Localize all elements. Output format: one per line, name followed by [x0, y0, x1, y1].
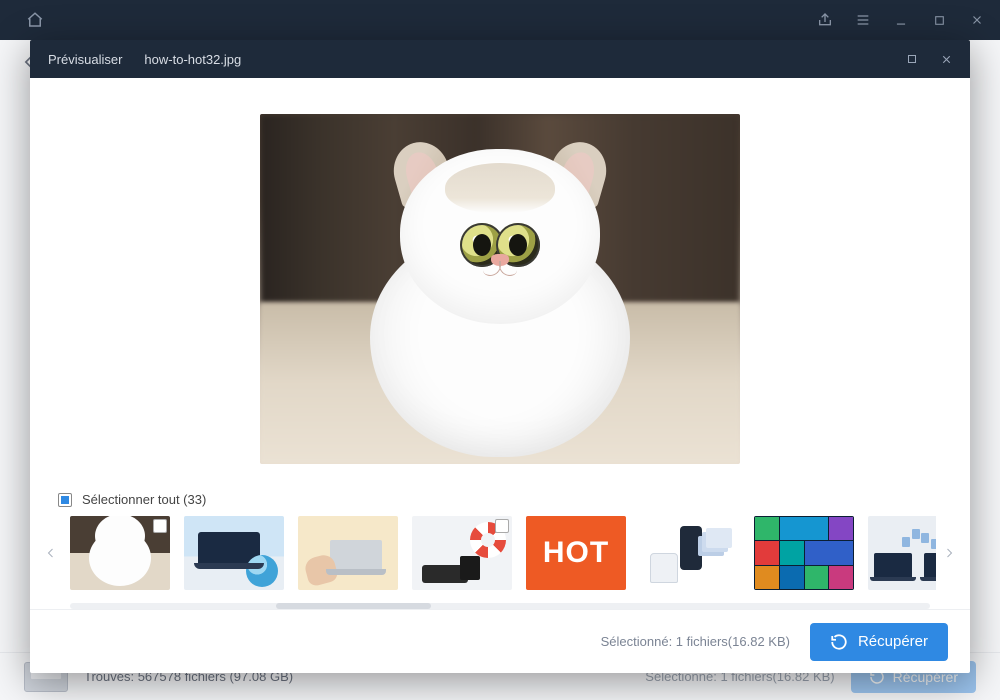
- thumbnails: HOT: [64, 516, 936, 590]
- preview-area: [30, 78, 970, 486]
- thumbnail-item[interactable]: [184, 516, 284, 590]
- thumbnail-strip: HOT: [30, 513, 970, 601]
- modal-close-icon[interactable]: [932, 45, 960, 73]
- thumbnail-item[interactable]: [868, 516, 936, 590]
- thumbnail-item[interactable]: [640, 516, 740, 590]
- thumbnail-item[interactable]: [754, 516, 854, 590]
- thumbnail-item[interactable]: HOT: [526, 516, 626, 590]
- maximize-icon[interactable]: [924, 5, 954, 35]
- thumb-prev-button[interactable]: [40, 513, 62, 593]
- modal-filename: how-to-hot32.jpg: [144, 52, 241, 67]
- select-all-checkbox[interactable]: [58, 493, 72, 507]
- recover-button[interactable]: Récupérer: [810, 623, 948, 661]
- thumb-next-button[interactable]: [938, 513, 960, 593]
- thumbnail-item[interactable]: [70, 516, 170, 590]
- close-icon[interactable]: [962, 5, 992, 35]
- thumb-hot-text: HOT: [543, 536, 609, 570]
- thumb-scrollbar-handle[interactable]: [276, 603, 431, 609]
- thumbnail-item[interactable]: [412, 516, 512, 590]
- thumb-scrollbar[interactable]: [70, 603, 930, 609]
- recover-button-label: Récupérer: [858, 633, 928, 650]
- thumb-checkbox[interactable]: [495, 519, 509, 533]
- thumbnail-item[interactable]: [298, 516, 398, 590]
- modal-footer: Sélectionné: 1 fichiers(16.82 KB) Récupé…: [30, 609, 970, 673]
- menu-icon[interactable]: [848, 5, 878, 35]
- selected-info: Sélectionné: 1 fichiers(16.82 KB): [601, 634, 790, 649]
- select-all-label: Sélectionner tout (33): [82, 492, 206, 507]
- home-icon[interactable]: [20, 5, 50, 35]
- restore-icon: [830, 633, 848, 651]
- modal-title-prefix: Prévisualiser: [48, 52, 122, 67]
- modal-titlebar: Prévisualiser how-to-hot32.jpg: [30, 40, 970, 78]
- preview-modal: Prévisualiser how-to-hot32.jpg: [30, 40, 970, 673]
- main-titlebar: [0, 0, 1000, 40]
- minimize-icon[interactable]: [886, 5, 916, 35]
- preview-image: [260, 114, 740, 464]
- select-all-row: Sélectionner tout (33): [30, 486, 970, 513]
- thumb-checkbox[interactable]: [153, 519, 167, 533]
- share-icon[interactable]: [810, 5, 840, 35]
- modal-maximize-icon[interactable]: [898, 45, 926, 73]
